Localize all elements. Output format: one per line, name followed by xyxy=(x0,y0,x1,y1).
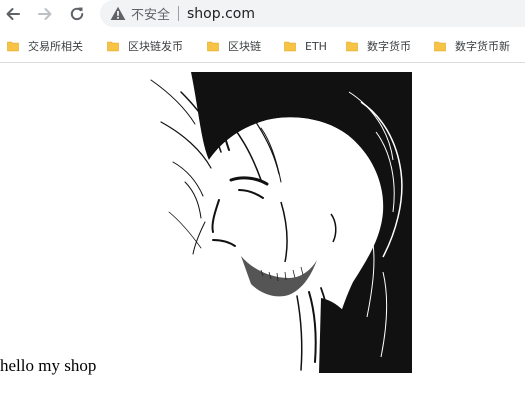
bookmark-folder-3[interactable]: 区块链 xyxy=(207,35,261,57)
folder-icon xyxy=(107,41,119,52)
browser-toolbar: 不安全 shop.com xyxy=(0,0,525,28)
bookmark-folder-6[interactable]: 数字货币新 xyxy=(434,35,510,57)
bookmark-folder-5[interactable]: 数字货币 xyxy=(346,35,411,57)
bookmark-label: 交易所相关 xyxy=(28,40,83,53)
reload-icon xyxy=(70,7,84,21)
samurai-illustration xyxy=(121,72,412,373)
security-status-label[interactable]: 不安全 xyxy=(131,4,170,23)
bookmark-label: ETH xyxy=(305,39,327,53)
bookmark-label: 数字货币 xyxy=(367,40,411,53)
folder-icon xyxy=(346,41,358,52)
forward-button[interactable] xyxy=(33,2,57,26)
back-arrow-icon xyxy=(6,8,20,20)
bookmark-folder-4[interactable]: ETH xyxy=(284,35,327,57)
bookmark-folder-1[interactable]: 交易所相关 xyxy=(7,35,83,57)
reload-button[interactable] xyxy=(65,2,89,26)
folder-icon xyxy=(207,41,219,52)
url-text[interactable]: shop.com xyxy=(187,6,255,22)
warning-triangle-icon[interactable] xyxy=(109,5,127,23)
address-bar[interactable]: 不安全 shop.com xyxy=(100,0,525,27)
bookmarks-bar: 交易所相关 区块链发币 区块链 ETH 数字货币 数字货币新 xyxy=(0,29,525,63)
samurai-drawing xyxy=(150,72,412,373)
bookmark-folder-2[interactable]: 区块链发币 xyxy=(107,35,183,57)
back-button[interactable] xyxy=(1,2,25,26)
address-divider xyxy=(178,6,180,21)
forward-arrow-icon xyxy=(38,8,52,20)
folder-icon xyxy=(7,41,19,52)
bookmark-label: 区块链 xyxy=(228,40,261,53)
folder-icon xyxy=(284,41,296,52)
bookmark-label: 数字货币新 xyxy=(455,40,510,53)
bookmark-label: 区块链发币 xyxy=(128,40,183,53)
page-content: hello my shop xyxy=(0,63,525,405)
folder-icon xyxy=(434,41,446,52)
page-body-text: hello my shop xyxy=(0,356,97,375)
